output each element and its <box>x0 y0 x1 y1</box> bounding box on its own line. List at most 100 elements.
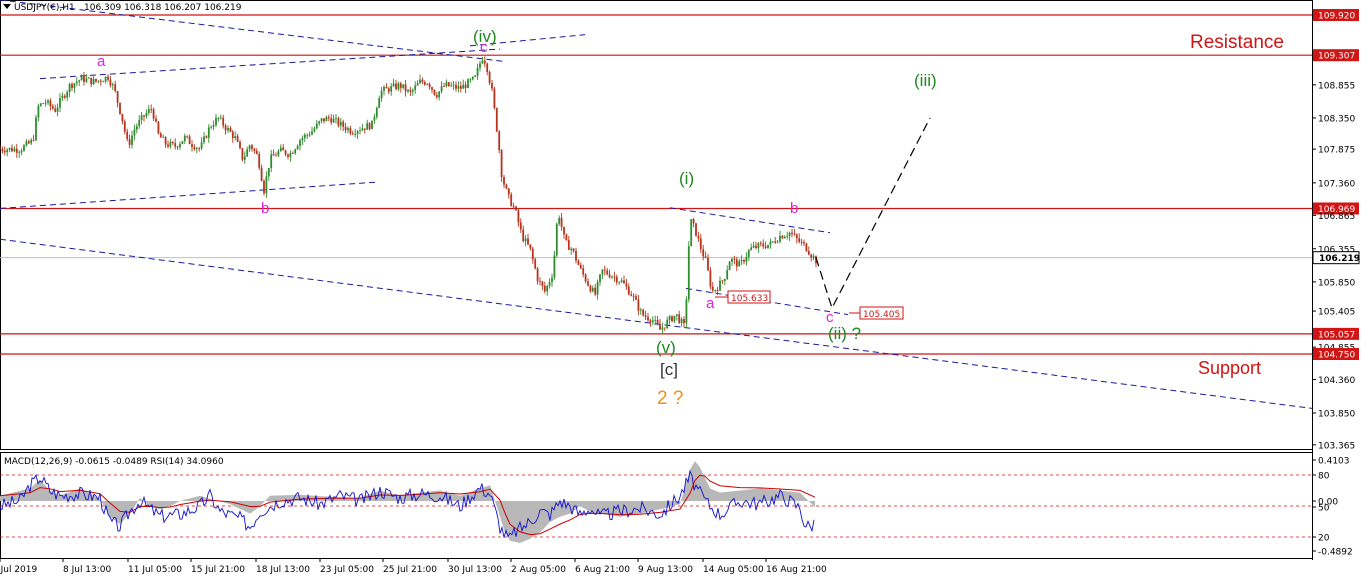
candle-body <box>716 289 719 291</box>
candle-body <box>347 128 349 131</box>
candle-body <box>654 320 657 321</box>
candle-body <box>745 256 748 262</box>
y-tick-label: 106.865 <box>1318 212 1355 222</box>
candle-body <box>243 156 246 160</box>
trend-line-0 <box>39 48 501 80</box>
ind-tick-label: 0.4103 <box>1318 457 1350 467</box>
candle-body <box>241 148 244 160</box>
candle-body <box>176 146 179 148</box>
candle-body <box>512 206 515 207</box>
y-tick-label: 105.405 <box>1318 308 1355 318</box>
candle-body <box>714 289 717 291</box>
macd-histogram <box>0 461 815 543</box>
candle-body <box>171 141 174 144</box>
candle-body <box>37 105 40 118</box>
candle-body <box>44 102 47 104</box>
candle-body <box>169 141 172 147</box>
candle-body <box>409 89 412 92</box>
candle-body <box>380 90 383 99</box>
candle-body <box>435 94 438 98</box>
candle-body <box>791 232 793 234</box>
candle-body <box>443 86 445 87</box>
candle-body <box>303 134 306 139</box>
candle-body <box>119 102 121 114</box>
candle-body <box>805 243 808 252</box>
candle-body <box>25 141 28 146</box>
candle-body <box>198 148 201 149</box>
candle-body <box>635 296 637 300</box>
candle-body <box>270 154 273 169</box>
y-tick-label: 107.360 <box>1318 179 1355 189</box>
candle-body <box>601 269 604 275</box>
candle-body <box>491 82 493 89</box>
candle-body <box>620 280 623 283</box>
candle-body <box>476 67 479 76</box>
price-axis: 109.920 109.307 108.855 108.350 107.875 107.3… <box>1312 9 1360 451</box>
candle-body <box>555 223 558 256</box>
candle-body <box>18 152 21 154</box>
candle-body <box>138 120 141 127</box>
candle-body <box>637 299 640 311</box>
candle-body <box>32 139 35 141</box>
y-tick-label: 104.360 <box>1318 376 1355 386</box>
trend-line-3 <box>0 181 376 209</box>
candle-body <box>567 240 570 250</box>
candle-body <box>188 136 191 145</box>
candle-body <box>248 145 251 150</box>
ind-tick-label: 80 <box>1318 472 1330 482</box>
candle-body <box>90 77 93 85</box>
candle-body <box>20 150 23 153</box>
last-price-label: 106.219 <box>1319 254 1360 264</box>
candle-body <box>217 117 220 119</box>
candle-body <box>810 254 813 258</box>
candle-body <box>15 148 18 153</box>
candle-body <box>517 210 520 223</box>
dropdown-triangle-icon[interactable] <box>3 4 11 9</box>
candle-body <box>203 136 205 143</box>
candle-body <box>596 282 599 295</box>
candle-body <box>164 137 167 145</box>
candle-body <box>623 280 625 284</box>
candle-body <box>795 234 798 239</box>
main-plot-frame <box>0 0 1313 450</box>
candle-body <box>505 184 508 189</box>
candle-body <box>1 148 4 151</box>
candle-body <box>143 115 145 117</box>
candle-body <box>0 148 1 150</box>
time-axis: 3 Jul 2019 8 Jul 13:00 11 Jul 05:00 15 Jul … <box>0 558 827 575</box>
candle-body <box>222 117 225 126</box>
wave-label-iii: (iii) <box>914 71 937 90</box>
candle-body <box>726 270 729 280</box>
candle-body <box>395 83 397 90</box>
candle-body <box>325 117 328 122</box>
candle-body <box>625 283 628 287</box>
candle-body <box>560 217 563 227</box>
candle-body <box>563 226 565 235</box>
candle-body <box>618 282 621 283</box>
candle-body <box>35 117 37 141</box>
candle-body <box>399 83 402 88</box>
candle-body <box>107 76 109 80</box>
candle-body <box>747 250 750 257</box>
candle-body <box>390 86 393 92</box>
candle-body <box>699 238 702 250</box>
candle-body <box>798 238 801 242</box>
candle-body <box>351 133 354 135</box>
price-chart[interactable]: 109.920 109.307 108.855 108.350 107.875 107.3… <box>0 0 1361 581</box>
candle-body <box>397 83 400 90</box>
candle-body <box>613 276 616 278</box>
candle-body <box>675 314 678 316</box>
candle-body <box>387 88 390 92</box>
candle-body <box>788 232 791 237</box>
candle-body <box>191 144 193 148</box>
candle-body <box>661 327 664 330</box>
candle-body <box>51 106 54 109</box>
candle-body <box>123 121 126 132</box>
x-tick-label: 30 Jul 13:00 <box>448 565 502 575</box>
candle-body <box>707 257 709 271</box>
wave-label-ii: (ii) ? <box>828 324 861 343</box>
level-lines <box>0 14 1312 355</box>
y-tick-label: 103.850 <box>1318 410 1355 420</box>
candle-body <box>167 144 169 147</box>
candle-body <box>109 79 112 86</box>
